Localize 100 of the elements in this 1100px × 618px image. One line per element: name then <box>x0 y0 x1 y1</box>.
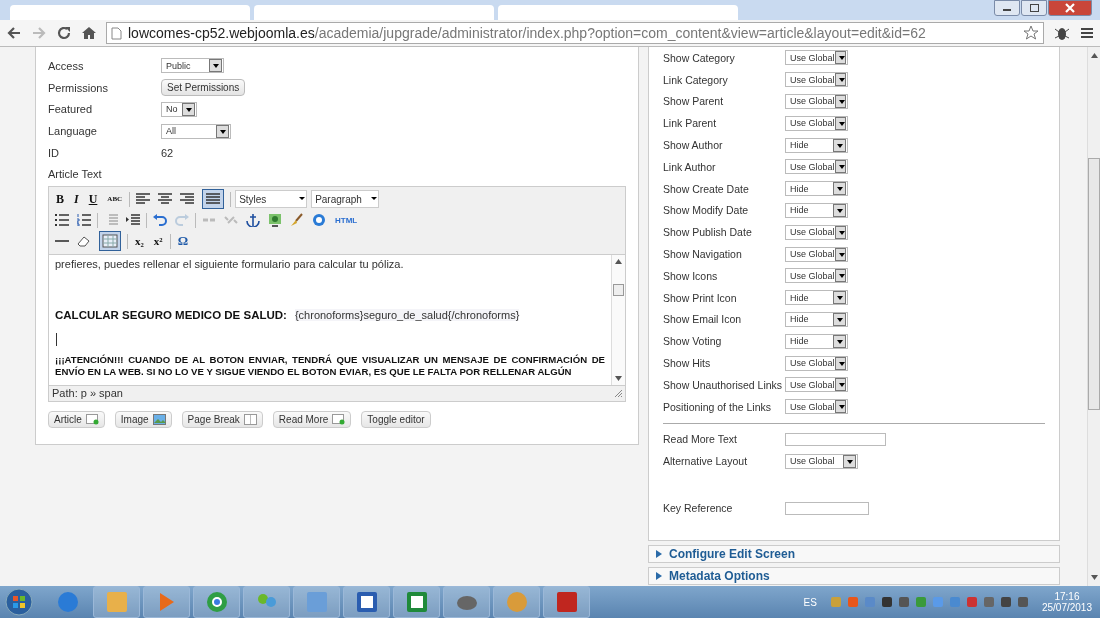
option-label: Show Create Date <box>663 181 750 196</box>
html-button[interactable]: HTML <box>332 216 361 225</box>
numbered-list-icon[interactable] <box>77 214 91 227</box>
editor-button[interactable]: Article <box>48 411 105 428</box>
editor-button[interactable]: Page Break <box>181 411 263 428</box>
heading-text: CALCULAR SEGURO MEDICO DE SALUD: <box>55 309 287 321</box>
element-path: Path: p » span <box>52 387 123 400</box>
indent-icon[interactable] <box>126 214 140 227</box>
reload-icon[interactable] <box>56 25 72 41</box>
warning-paragraph: ¡¡¡ATENCIÓN!!! CUANDO DE AL BOTON ENVIAR, TENDRÁ QUE VISUALIZAR UN MENSAJE DE CONFIRMACIÓN DE ENVÍO EN LA WEB. SI NO LO VE Y SIGUE VIENDO EL BOTON EVIAR, ES QUE LE FALTA POR RELLENAR ALGÚN <box>55 354 605 378</box>
taskbar-app-button[interactable] <box>443 586 490 618</box>
collapsible-section[interactable]: Configure Edit Screen <box>648 544 1060 563</box>
star-icon[interactable] <box>1023 25 1039 41</box>
start-button[interactable] <box>4 587 34 617</box>
align-icon[interactable] <box>158 193 173 206</box>
scroll-down-icon[interactable] <box>615 376 622 381</box>
select-field[interactable]: Use Global <box>785 246 848 262</box>
option-label: Link Parent <box>663 116 718 131</box>
justify-icon[interactable] <box>202 189 225 210</box>
bullet-list-icon[interactable] <box>55 214 69 227</box>
taskbar-app-button[interactable] <box>393 586 440 618</box>
select-field[interactable]: Use Global <box>785 72 848 88</box>
select-field[interactable]: No <box>161 102 197 117</box>
option-label: Alternative Layout <box>663 454 749 469</box>
field-value: 62 <box>161 147 174 160</box>
taskbar-app-button[interactable] <box>193 586 240 618</box>
select-field[interactable]: Hide <box>785 333 848 349</box>
superscript-button[interactable]: x² <box>150 235 166 248</box>
italic-button[interactable]: I <box>71 192 82 207</box>
forward-icon[interactable] <box>31 25 47 41</box>
page-icon <box>111 26 122 40</box>
restore-button[interactable] <box>1021 0 1047 16</box>
select-field[interactable]: Use Global <box>785 115 848 131</box>
resize-grip-icon[interactable] <box>614 389 623 398</box>
eraser-icon[interactable] <box>77 235 91 248</box>
tray-icon[interactable] <box>880 596 893 608</box>
select-field[interactable]: Hide <box>785 137 848 153</box>
bold-button[interactable]: B <box>53 192 67 207</box>
input-field[interactable] <box>785 501 869 515</box>
select-field[interactable]: Use Global <box>785 159 848 175</box>
field-label: Permissions <box>48 81 109 94</box>
editor-button[interactable]: Read More <box>272 411 352 428</box>
tray-icon[interactable] <box>1016 596 1029 608</box>
select-field[interactable]: Use Global <box>785 453 858 469</box>
option-label: Show Category <box>663 50 736 65</box>
image-icon[interactable] <box>268 213 282 228</box>
collapsible-section[interactable]: Metadata Options <box>648 566 1060 585</box>
permissions-button[interactable]: Set Permissions <box>161 79 246 97</box>
back-icon[interactable] <box>6 25 22 41</box>
align-icon[interactable] <box>180 193 195 206</box>
tray-icon[interactable] <box>999 596 1012 608</box>
select-field[interactable]: Use Global <box>785 50 848 66</box>
page-scrollbar[interactable] <box>1087 47 1100 586</box>
scroll-down-icon[interactable] <box>1090 575 1098 580</box>
option-label: Show Publish Date <box>663 225 753 240</box>
anchor-icon[interactable] <box>246 213 260 228</box>
scroll-thumb[interactable] <box>1088 158 1100 410</box>
table-icon[interactable] <box>99 231 121 252</box>
select-field[interactable]: Hide <box>785 202 848 218</box>
subscript-button[interactable]: x₂ <box>132 235 147 248</box>
input-field[interactable] <box>785 432 886 446</box>
select-field[interactable]: Use Global <box>785 94 848 109</box>
select-field[interactable]: Use Global <box>785 355 848 371</box>
special-character-button[interactable]: Ω <box>174 233 192 250</box>
page-break-icon <box>243 414 257 425</box>
editor-button[interactable]: Toggle editor <box>361 411 431 428</box>
address-bar[interactable]: lowcomes-cp52.webjoomla.es/academia/jupgrade/administrator/index.php?option=com_content&view=article&layout=edit&id=62 <box>106 22 1044 44</box>
tray-icon[interactable] <box>982 596 995 608</box>
scrollbar[interactable] <box>611 255 625 385</box>
minimize-button[interactable] <box>994 0 1020 16</box>
taskbar-app-button[interactable] <box>543 586 590 618</box>
scroll-thumb[interactable] <box>613 284 624 296</box>
taskbar-app-button[interactable] <box>343 586 390 618</box>
scroll-up-icon[interactable] <box>1090 53 1098 58</box>
select-field[interactable]: Hide <box>785 181 848 197</box>
format-dropdown[interactable]: Paragraph <box>311 190 380 209</box>
close-button[interactable] <box>1048 0 1092 16</box>
styles-dropdown[interactable]: Styles <box>235 190 308 209</box>
brush-icon[interactable] <box>290 213 304 228</box>
select-field[interactable]: Use Global <box>785 399 848 415</box>
select-field[interactable]: Use Global <box>785 224 848 240</box>
option-label: Read More Text <box>663 432 738 447</box>
option-label: Show Email Icon <box>663 312 743 327</box>
home-icon[interactable] <box>81 25 97 41</box>
align-icon[interactable] <box>136 193 151 206</box>
select-field[interactable]: Hide <box>785 311 848 327</box>
scroll-up-icon[interactable] <box>615 259 622 264</box>
select-field[interactable]: Use Global <box>785 377 848 393</box>
select-field[interactable]: Public <box>161 58 224 74</box>
underline-button[interactable]: U <box>85 192 101 207</box>
select-field[interactable]: Use Global <box>785 268 848 284</box>
tray-icon[interactable] <box>897 596 910 608</box>
editor-button[interactable]: Image <box>114 411 172 428</box>
select-field[interactable]: Hide <box>785 290 848 306</box>
expand-arrow-icon <box>656 549 662 558</box>
select-field[interactable]: All <box>161 123 231 139</box>
menu-icon[interactable] <box>1080 26 1094 40</box>
option-label: Show Navigation <box>663 247 743 262</box>
undo-icon[interactable] <box>153 214 167 227</box>
paragraph: prefieres, puedes rellenar el siguiente formulario para calcular tu póliza. <box>55 258 405 270</box>
